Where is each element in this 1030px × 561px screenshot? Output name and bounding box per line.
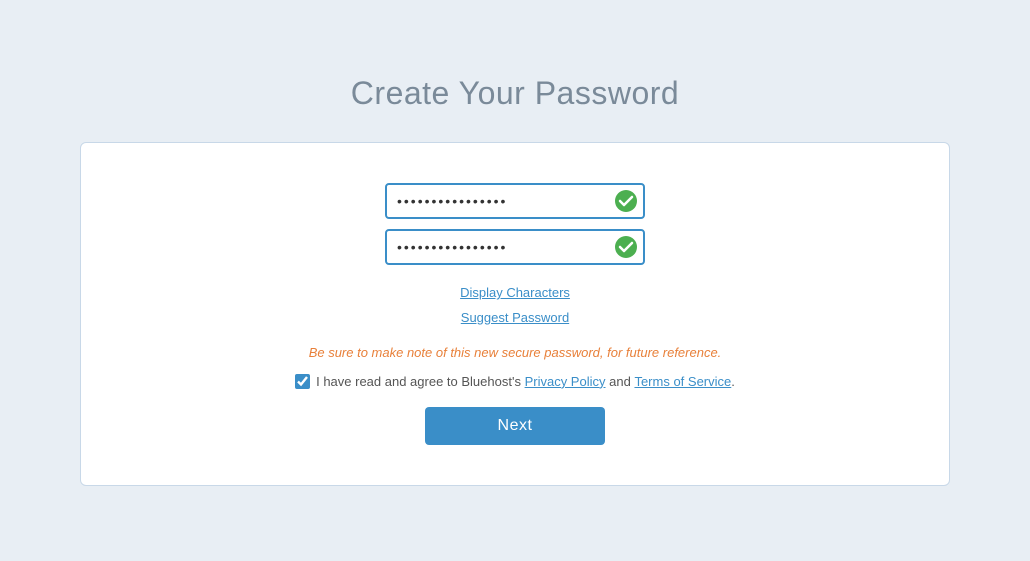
password-links: Display Characters Suggest Password xyxy=(460,281,570,331)
display-characters-link[interactable]: Display Characters xyxy=(460,281,570,306)
suggest-password-link[interactable]: Suggest Password xyxy=(461,306,569,331)
next-button[interactable]: Next xyxy=(425,407,605,445)
privacy-policy-link[interactable]: Privacy Policy xyxy=(525,374,606,389)
password-check-icon xyxy=(615,190,637,212)
form-container: Display Characters Suggest Password Be s… xyxy=(101,183,929,445)
reminder-text: Be sure to make note of this new secure … xyxy=(309,345,722,360)
confirm-check-icon xyxy=(615,236,637,258)
agreement-row: I have read and agree to Bluehost's Priv… xyxy=(295,374,735,389)
password-input-wrapper xyxy=(385,183,645,219)
agreement-text: I have read and agree to Bluehost's Priv… xyxy=(316,374,735,389)
password-input[interactable] xyxy=(385,183,645,219)
page-title: Create Your Password xyxy=(351,75,679,112)
form-card: Display Characters Suggest Password Be s… xyxy=(80,142,950,486)
confirm-password-input-wrapper xyxy=(385,229,645,265)
agreement-checkbox[interactable] xyxy=(295,374,310,389)
confirm-password-input[interactable] xyxy=(385,229,645,265)
terms-link[interactable]: Terms of Service xyxy=(634,374,731,389)
